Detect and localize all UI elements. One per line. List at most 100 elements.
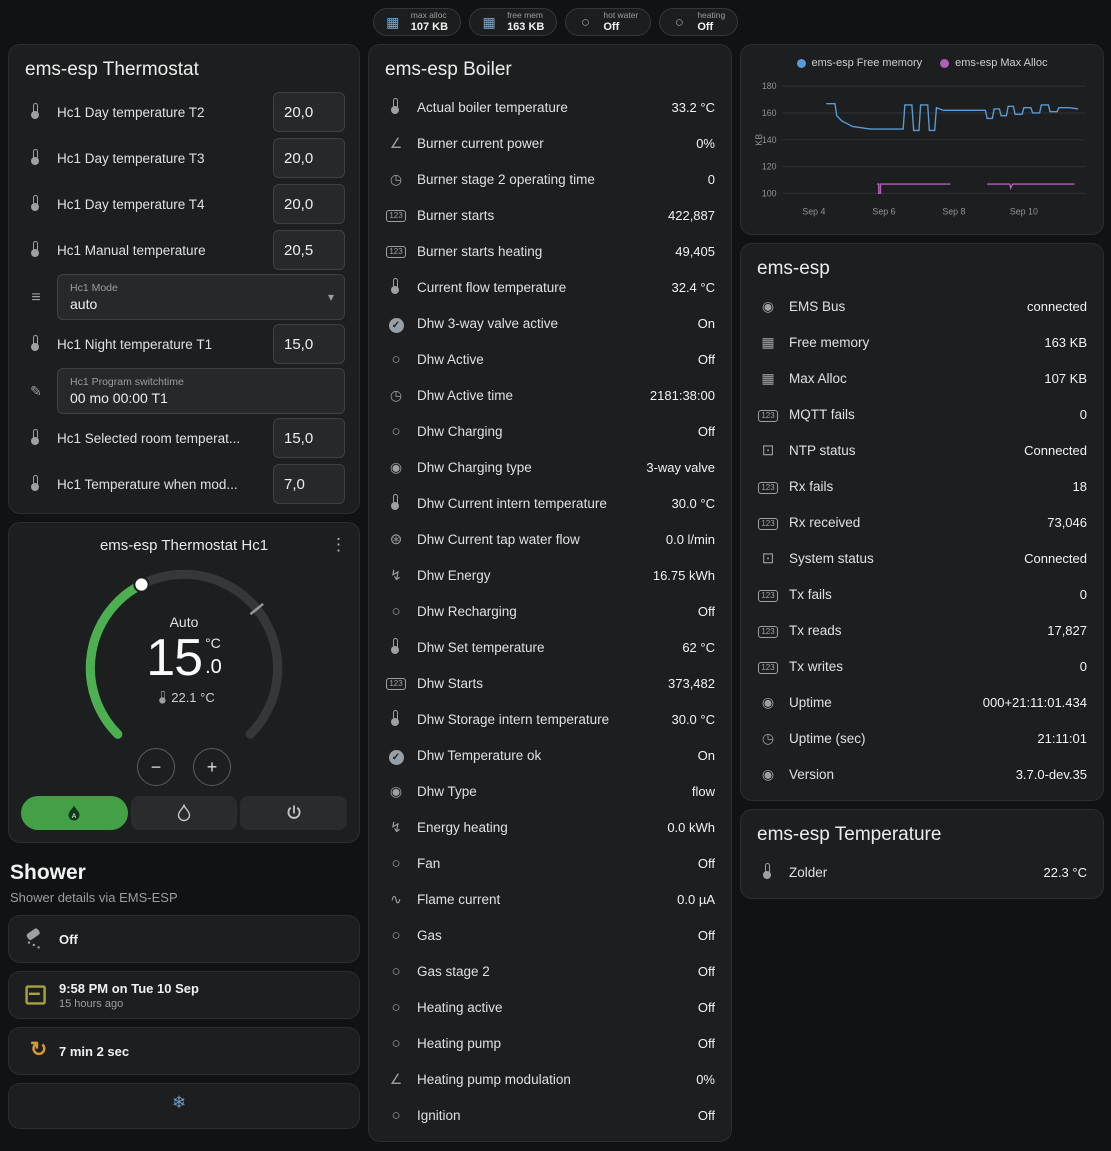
entity-row[interactable]: Burner current power 0% xyxy=(369,125,731,161)
entity-label: Max Alloc xyxy=(789,371,1036,386)
setpoint-handle[interactable] xyxy=(134,577,148,591)
entity-card[interactable]: 7 min 2 sec xyxy=(8,1027,360,1075)
entity-row[interactable]: NTP status Connected xyxy=(741,432,1103,468)
hvac-off-button[interactable] xyxy=(240,796,347,830)
entity-row[interactable]: Heating pump modulation 0% xyxy=(369,1061,731,1097)
entity-state: Off xyxy=(59,932,78,947)
entity-label: Uptime (sec) xyxy=(789,731,1029,746)
entity-row[interactable]: Burner stage 2 operating time 0 xyxy=(369,161,731,197)
temperature-input[interactable] xyxy=(273,230,345,270)
entity-row[interactable]: Dhw Active Off xyxy=(369,341,731,377)
status-chip[interactable]: max alloc 107 KB xyxy=(373,8,461,36)
select-entity-row: Hc1 Mode auto xyxy=(9,273,359,321)
entity-value: 0.0 µA xyxy=(677,892,715,907)
entity-row[interactable]: Rx received 73,046 xyxy=(741,504,1103,540)
entity-row[interactable]: Max Alloc 107 KB xyxy=(741,360,1103,396)
circle-icon xyxy=(385,350,407,368)
entity-row[interactable]: Burner starts heating 49,405 xyxy=(369,233,731,269)
thermometer-icon xyxy=(385,710,407,728)
entity-row[interactable]: Dhw Current tap water flow 0.0 l/min xyxy=(369,521,731,557)
entity-row[interactable]: Burner starts 422,887 xyxy=(369,197,731,233)
temperature-input[interactable] xyxy=(273,418,345,458)
more-options-icon[interactable] xyxy=(330,535,347,555)
entity-row[interactable]: Tx fails 0 xyxy=(741,576,1103,612)
entity-row[interactable]: Dhw Temperature ok On xyxy=(369,737,731,773)
entity-row[interactable]: MQTT fails 0 xyxy=(741,396,1103,432)
text-field[interactable]: Hc1 Program switchtime 00 mo 00:00 T1 xyxy=(57,368,345,414)
entity-row[interactable]: EMS Bus connected xyxy=(741,288,1103,324)
increase-temp-button[interactable]: + xyxy=(193,748,231,786)
entity-row[interactable]: Flame current 0.0 µA xyxy=(369,881,731,917)
status-chip[interactable]: free mem 163 KB xyxy=(469,8,557,36)
entity-row[interactable]: Zolder 22.3 °C xyxy=(741,854,1103,890)
entity-row[interactable]: Version 3.7.0-dev.35 xyxy=(741,756,1103,792)
entity-row[interactable]: Gas stage 2 Off xyxy=(369,953,731,989)
entity-row[interactable]: Free memory 163 KB xyxy=(741,324,1103,360)
legend-item[interactable]: ems-esp Free memory xyxy=(797,57,923,69)
decrease-temp-button[interactable]: − xyxy=(137,748,175,786)
entity-value: Connected xyxy=(1024,443,1087,458)
entity-row[interactable]: Dhw Set temperature 62 °C xyxy=(369,629,731,665)
boiler-card: ems-esp Boiler Actual boiler temperature… xyxy=(368,44,732,1142)
entity-row[interactable]: Energy heating 0.0 kWh xyxy=(369,809,731,845)
entity-row[interactable]: Gas Off xyxy=(369,917,731,953)
entity-row[interactable]: Dhw 3-way valve active On xyxy=(369,305,731,341)
status-chip[interactable]: heating Off xyxy=(659,8,738,36)
entity-row[interactable]: System status Connected xyxy=(741,540,1103,576)
entity-card[interactable]: 9:58 PM on Tue 10 Sep 15 hours ago xyxy=(8,971,360,1019)
temperature-input[interactable] xyxy=(273,92,345,132)
card-title: ems-esp Boiler xyxy=(369,45,731,89)
flame-icon xyxy=(174,803,194,823)
entity-value: 17,827 xyxy=(1047,623,1087,638)
thermostat-rows: Hc1 Day temperature T2 Hc1 Day temperatu… xyxy=(9,89,359,513)
entity-card[interactable]: Off xyxy=(8,915,360,963)
dial-arc xyxy=(72,556,296,780)
entity-row[interactable]: Dhw Charging type 3-way valve xyxy=(369,449,731,485)
chip-icon xyxy=(757,369,779,387)
entity-row[interactable]: Dhw Starts 373,482 xyxy=(369,665,731,701)
entity-label: Flame current xyxy=(417,892,669,907)
entity-row[interactable]: Dhw Type flow xyxy=(369,773,731,809)
entity-row[interactable]: Heating pump Off xyxy=(369,1025,731,1061)
entity-row[interactable]: Dhw Active time 2181:38:00 xyxy=(369,377,731,413)
hvac-heat-button[interactable] xyxy=(131,796,238,830)
entity-row[interactable]: Heating active Off xyxy=(369,989,731,1025)
entity-row[interactable]: Ignition Off xyxy=(369,1097,731,1133)
entity-row[interactable]: Current flow temperature 32.4 °C xyxy=(369,269,731,305)
status-chip[interactable]: hot water Off xyxy=(565,8,651,36)
legend-dot-icon xyxy=(940,59,949,68)
eye-icon xyxy=(757,297,779,315)
counter-icon xyxy=(757,621,779,639)
entity-row[interactable]: Dhw Recharging Off xyxy=(369,593,731,629)
temperature-input[interactable] xyxy=(273,184,345,224)
entity-value: 0 xyxy=(1080,659,1087,674)
entity-row[interactable]: Uptime (sec) 21:11:01 xyxy=(741,720,1103,756)
entity-row[interactable]: Dhw Current intern temperature 30.0 °C xyxy=(369,485,731,521)
hvac-auto-button[interactable]: A xyxy=(21,796,128,830)
entity-row[interactable]: Actual boiler temperature 33.2 °C xyxy=(369,89,731,125)
entity-label: EMS Bus xyxy=(789,299,1019,314)
temperature-input[interactable] xyxy=(273,464,345,504)
chart-legend: ems-esp Free memory ems-esp Max Alloc xyxy=(753,53,1091,73)
entity-row[interactable]: Fan Off xyxy=(369,845,731,881)
partial-entity-card[interactable] xyxy=(8,1083,360,1129)
entity-row[interactable]: Dhw Charging Off xyxy=(369,413,731,449)
temperature-input[interactable] xyxy=(273,138,345,178)
entity-row[interactable]: Dhw Energy 16.75 kWh xyxy=(369,557,731,593)
header-chip-bar: max alloc 107 KB free mem 163 KB hot wat… xyxy=(0,0,1111,40)
entity-row[interactable]: Tx writes 0 xyxy=(741,648,1103,684)
timer-icon xyxy=(23,1039,54,1063)
number-entity-row: Hc1 Temperature when mod... xyxy=(9,461,359,507)
legend-label: ems-esp Free memory xyxy=(812,57,923,69)
mode-select[interactable]: Hc1 Mode auto xyxy=(57,274,345,320)
entity-value: Off xyxy=(698,964,715,979)
temperature-input[interactable] xyxy=(273,324,345,364)
entity-row[interactable]: Rx fails 18 xyxy=(741,468,1103,504)
entity-label: Burner starts xyxy=(417,208,660,223)
entity-label: Dhw Recharging xyxy=(417,604,690,619)
legend-item[interactable]: ems-esp Max Alloc xyxy=(940,57,1047,69)
entity-row[interactable]: Tx reads 17,827 xyxy=(741,612,1103,648)
circle-icon xyxy=(385,602,407,620)
entity-row[interactable]: Dhw Storage intern temperature 30.0 °C xyxy=(369,701,731,737)
entity-row[interactable]: Uptime 000+21:11:01.434 xyxy=(741,684,1103,720)
